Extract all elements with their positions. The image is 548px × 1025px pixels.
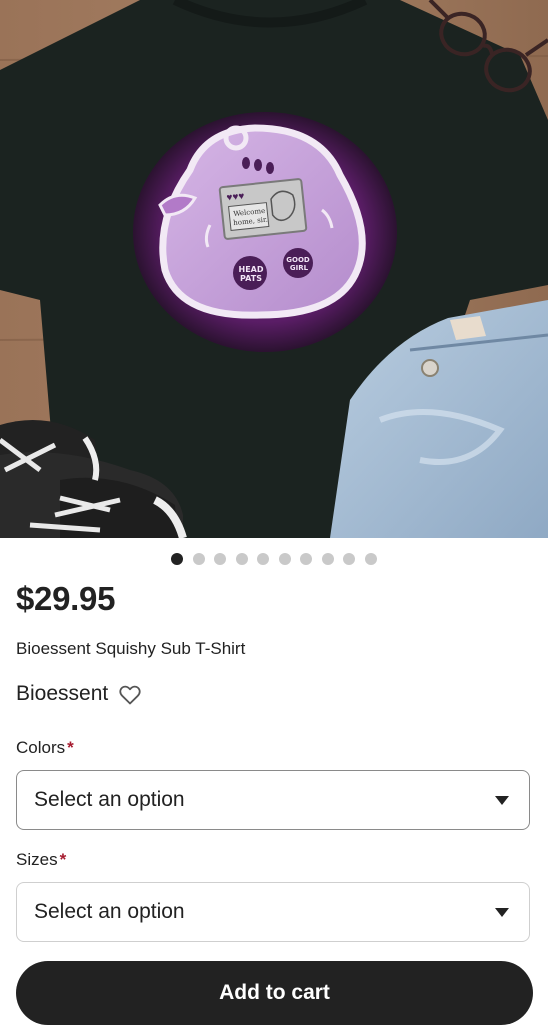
- required-mark: *: [59, 850, 67, 869]
- sizes-select-value: Select an option: [34, 900, 185, 923]
- carousel-dot[interactable]: [192, 553, 205, 565]
- caret-down-icon: [495, 907, 509, 917]
- add-to-cart-button[interactable]: Add to cart: [16, 961, 533, 1025]
- colors-label-text: Colors: [16, 738, 66, 757]
- colors-select-value: Select an option: [34, 788, 185, 811]
- heart-outline-icon[interactable]: [118, 683, 142, 707]
- carousel-dot[interactable]: [300, 553, 313, 565]
- sizes-select[interactable]: Select an option: [16, 882, 530, 942]
- shop-row: Bioessent: [16, 680, 142, 707]
- svg-text:♥♥♥: ♥♥♥: [226, 191, 245, 204]
- sizes-label: Sizes *: [16, 850, 66, 870]
- carousel-dot[interactable]: [343, 553, 356, 565]
- product-photo: ♥♥♥ Welcome home, sir. HEAD PATS GOOD GI…: [0, 0, 548, 538]
- caret-down-icon: [495, 795, 509, 805]
- carousel-dot[interactable]: [214, 553, 227, 565]
- required-mark: *: [67, 738, 74, 757]
- colors-label: Colors *: [16, 738, 74, 758]
- shop-name-link[interactable]: Bioessent: [16, 682, 108, 706]
- carousel-dot[interactable]: [257, 553, 270, 565]
- carousel-dot[interactable]: [235, 553, 248, 565]
- carousel-dots: [0, 553, 548, 565]
- carousel-dot[interactable]: [321, 553, 334, 565]
- carousel-dot[interactable]: [171, 553, 184, 565]
- carousel-dot[interactable]: [278, 553, 291, 565]
- button-left-text2: PATS: [240, 274, 262, 283]
- product-image[interactable]: ♥♥♥ Welcome home, sir. HEAD PATS GOOD GI…: [0, 0, 548, 538]
- sizes-label-text: Sizes: [16, 850, 58, 869]
- button-right-text1: GOOD: [286, 256, 310, 264]
- button-left-text1: HEAD: [239, 265, 264, 274]
- product-price: $29.95: [16, 580, 116, 617]
- product-title: Bioessent Squishy Sub T-Shirt: [16, 639, 246, 658]
- colors-select[interactable]: Select an option: [16, 770, 530, 830]
- button-right-text2: GIRL: [290, 264, 309, 272]
- carousel-dot[interactable]: [364, 553, 377, 565]
